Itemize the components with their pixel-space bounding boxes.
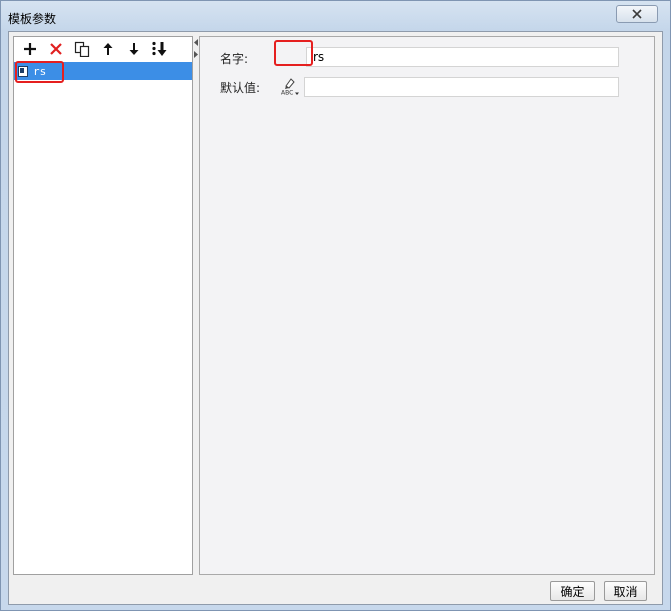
move-up-icon — [103, 43, 112, 55]
delete-button[interactable] — [46, 40, 65, 59]
copy-button[interactable] — [72, 40, 91, 59]
add-button[interactable] — [20, 40, 39, 59]
value-type-button[interactable]: ABC — [280, 77, 300, 97]
name-field[interactable]: rs — [306, 47, 619, 67]
move-down-button[interactable] — [124, 40, 143, 59]
ok-button[interactable]: 确定 — [550, 581, 595, 601]
move-up-button[interactable] — [98, 40, 117, 59]
cancel-button[interactable]: 取消 — [604, 581, 647, 601]
parameter-list-panel: rs — [13, 36, 193, 575]
move-down-icon — [129, 43, 138, 55]
name-field-highlight — [274, 40, 313, 66]
parameter-toolbar — [14, 37, 192, 61]
copy-icon — [74, 41, 89, 57]
delete-icon — [49, 43, 62, 55]
tree-item-highlight — [15, 61, 64, 83]
add-icon — [23, 43, 36, 55]
sort-icon — [151, 41, 166, 56]
title-bar[interactable]: 模板参数 — [1, 1, 670, 31]
svg-text:ABC: ABC — [281, 90, 293, 97]
parameter-properties-panel: 名字: rs 默认值: ABC — [199, 36, 655, 575]
text-type-icon: ABC — [281, 78, 299, 97]
default-value-field[interactable] — [304, 77, 619, 97]
name-label: 名字: — [220, 52, 249, 66]
default-value-label: 默认值: — [220, 81, 261, 95]
close-icon — [632, 9, 642, 19]
dialog-content: rs 名字: rs 默认值: ABC 确定 取消 — [8, 31, 663, 605]
dialog-window: 模板参数 rs 名字: rs 默认值: ABC 确定 取消 — [0, 0, 671, 611]
close-button[interactable] — [616, 5, 658, 23]
window-title: 模板参数 — [8, 12, 57, 26]
sort-button[interactable] — [150, 40, 169, 59]
